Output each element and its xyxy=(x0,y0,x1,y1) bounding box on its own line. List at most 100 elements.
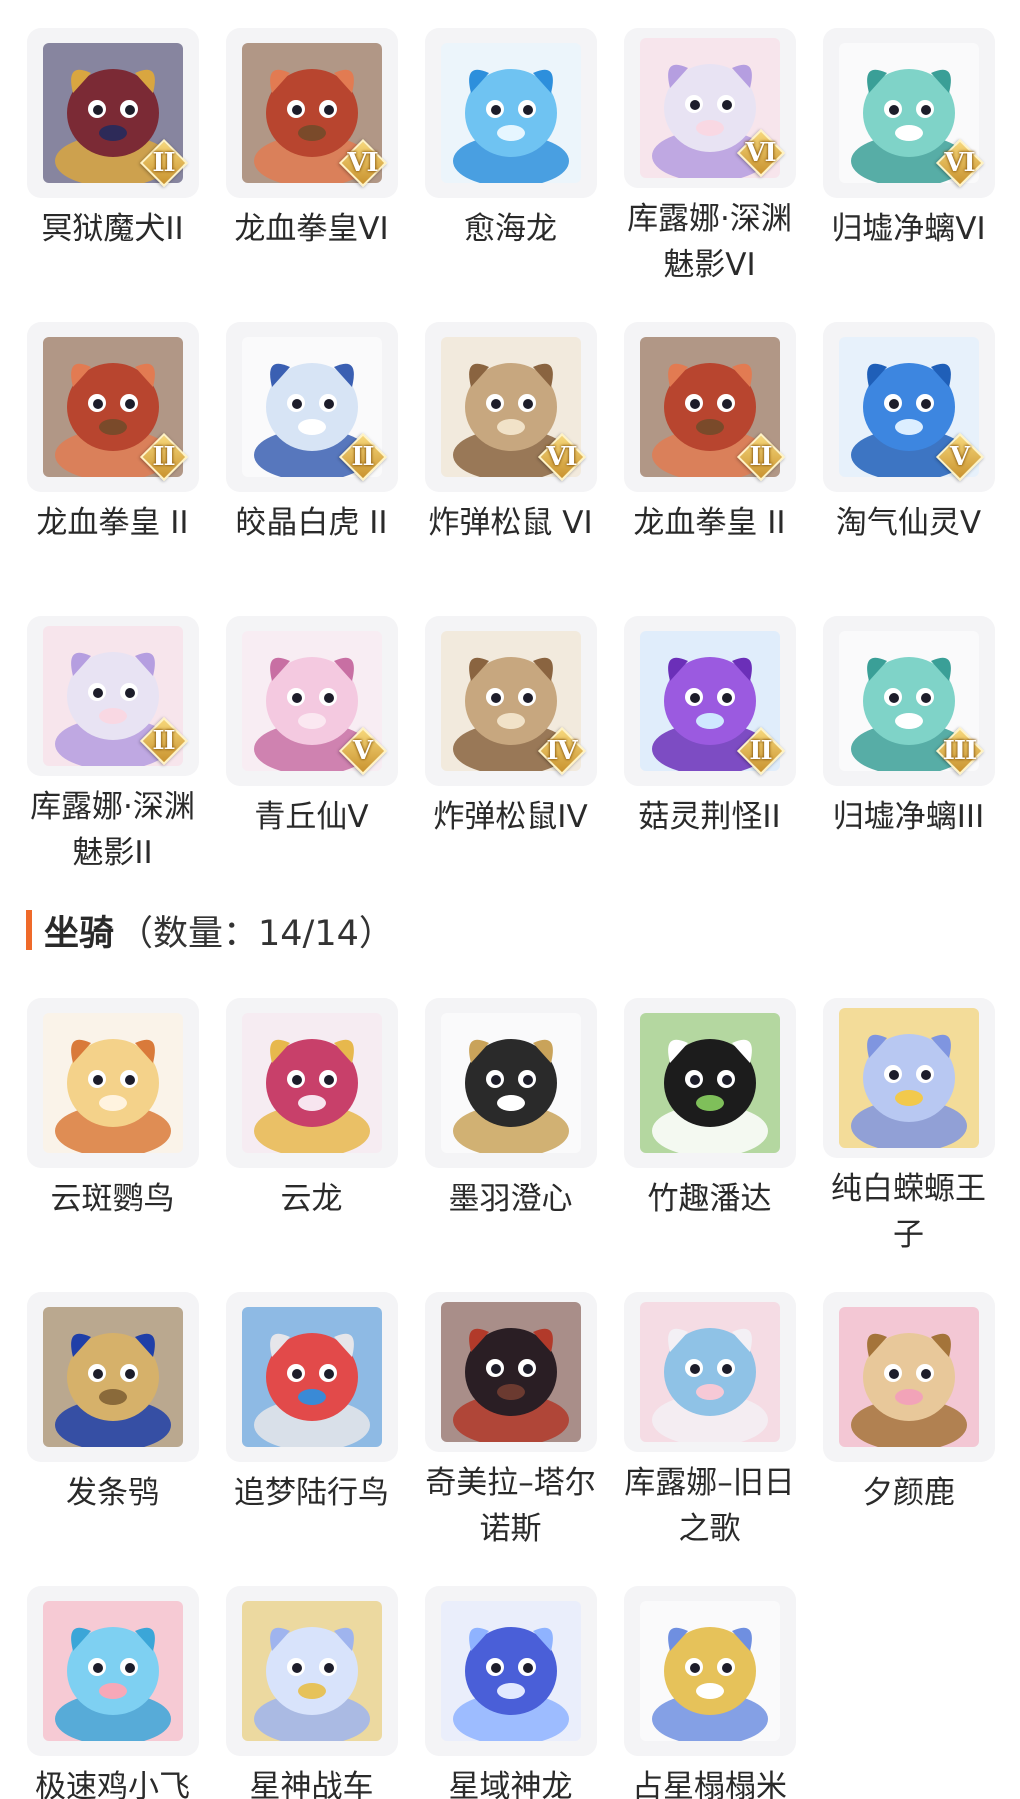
axolotl-prince-icon xyxy=(838,1008,979,1148)
mount-name: 云龙 xyxy=(280,1181,343,1217)
pet-tile[interactable]: II xyxy=(26,616,199,776)
pet-card[interactable]: II 皎晶白虎 II xyxy=(212,322,411,582)
rank-badge: IV xyxy=(537,726,587,776)
mount-name: 竹趣潘达 xyxy=(647,1181,772,1217)
pet-name: 炸弹松鼠IV xyxy=(433,799,588,835)
mount-card[interactable]: 库露娜–旧日之歌 xyxy=(610,1292,809,1552)
rank-numeral: III xyxy=(942,736,977,766)
rank-numeral: II xyxy=(351,442,374,472)
mount-portrait xyxy=(838,1307,979,1447)
pet-name: 冥狱魔犬II xyxy=(41,211,184,247)
pet-card[interactable]: II 龙血拳皇 II xyxy=(13,322,212,582)
pet-name: 淘气仙灵V xyxy=(835,505,982,541)
mount-tile[interactable] xyxy=(623,1292,796,1452)
mount-portrait xyxy=(639,1302,780,1442)
pet-card[interactable]: II 菇灵荆怪II xyxy=(610,616,809,876)
pet-tile[interactable]: VI xyxy=(822,28,995,198)
pet-tile[interactable]: V xyxy=(225,616,398,786)
mount-tile[interactable] xyxy=(26,1292,199,1462)
pet-card[interactable]: VI 炸弹松鼠 VI xyxy=(411,322,610,582)
pet-card[interactable]: VI 库露娜·深渊魅影VI xyxy=(610,28,809,288)
mount-tile[interactable] xyxy=(424,998,597,1168)
pet-card[interactable]: II 龙血拳皇 II xyxy=(610,322,809,582)
mount-tile[interactable] xyxy=(822,1292,995,1462)
pet-name: 归墟净螭VI xyxy=(831,211,986,247)
mount-name: 占星榻榻米 xyxy=(632,1769,787,1799)
mount-tile[interactable] xyxy=(623,998,796,1168)
pet-name: 龙血拳皇VI xyxy=(234,211,389,247)
rank-numeral: VI xyxy=(944,148,975,178)
mount-card[interactable]: 极速鸡小飞 xyxy=(13,1586,212,1799)
pet-card[interactable]: VI 龙血拳皇VI xyxy=(212,28,411,288)
pet-tile[interactable]: II xyxy=(225,322,398,492)
pet-tile[interactable]: VI xyxy=(424,322,597,492)
rank-badge: V xyxy=(338,726,388,776)
galaxy-dragon-icon xyxy=(440,1601,581,1741)
pet-portrait xyxy=(440,43,581,183)
mount-tile[interactable] xyxy=(623,1586,796,1756)
pet-card[interactable]: IV 炸弹松鼠IV xyxy=(411,616,610,876)
mount-name: 追梦陆行鸟 xyxy=(234,1475,389,1511)
mounts-section-title: 坐骑 xyxy=(44,913,115,954)
pet-name: 归墟净螭III xyxy=(832,799,985,835)
pet-tile[interactable]: II xyxy=(623,322,796,492)
pet-card[interactable]: VI 归墟净螭VI xyxy=(809,28,1008,288)
pet-tile[interactable]: VI xyxy=(225,28,398,198)
mount-card[interactable]: 墨羽澄心 xyxy=(411,998,610,1258)
pet-name: 龙血拳皇 II xyxy=(633,505,786,541)
mount-card[interactable]: 纯白蝾螈王子 xyxy=(809,998,1008,1258)
mount-portrait xyxy=(241,1307,382,1447)
pet-card[interactable]: V 青丘仙V xyxy=(212,616,411,876)
rank-badge: II xyxy=(139,716,189,766)
mount-tile[interactable] xyxy=(822,998,995,1158)
mount-tile[interactable] xyxy=(225,998,398,1168)
mounts-section-header: 坐骑 （数量：14/14） xyxy=(26,905,394,955)
mount-card[interactable]: 云龙 xyxy=(212,998,411,1258)
mount-card[interactable]: 竹趣潘达 xyxy=(610,998,809,1258)
pet-tile[interactable]: II xyxy=(26,322,199,492)
feather-staff-icon xyxy=(440,1013,581,1153)
pet-tile[interactable] xyxy=(424,28,597,198)
mount-tile[interactable] xyxy=(26,998,199,1168)
mount-name: 奇美拉–塔尔诺斯 xyxy=(425,1465,596,1547)
mount-card[interactable]: 占星榻榻米 xyxy=(610,1586,809,1799)
pet-tile[interactable]: IV xyxy=(424,616,597,786)
rank-numeral: II xyxy=(152,726,175,756)
mount-tile[interactable] xyxy=(424,1586,597,1756)
mount-card[interactable]: 追梦陆行鸟 xyxy=(212,1292,411,1552)
curly-girl-icon xyxy=(639,1302,780,1442)
rank-numeral: VI xyxy=(745,138,776,168)
mount-card[interactable]: 夕颜鹿 xyxy=(809,1292,1008,1552)
mount-name: 墨羽澄心 xyxy=(448,1181,573,1217)
pet-tile[interactable]: II xyxy=(623,616,796,786)
pet-name: 菇灵荆怪II xyxy=(638,799,781,835)
mount-tile[interactable] xyxy=(424,1292,597,1452)
mount-card[interactable]: 云斑鹦鸟 xyxy=(13,998,212,1258)
mount-name: 极速鸡小飞 xyxy=(35,1769,190,1799)
mount-tile[interactable] xyxy=(225,1586,398,1756)
rank-numeral: II xyxy=(749,736,772,766)
pet-card[interactable]: 愈海龙 xyxy=(411,28,610,288)
mount-card[interactable]: 奇美拉–塔尔诺斯 xyxy=(411,1292,610,1552)
pet-card[interactable]: V 淘气仙灵V xyxy=(809,322,1008,582)
pet-name: 龙血拳皇 II xyxy=(36,505,189,541)
pet-tile[interactable]: V xyxy=(822,322,995,492)
pet-tile[interactable]: III xyxy=(822,616,995,786)
mount-card[interactable]: 星域神龙 xyxy=(411,1586,610,1799)
panda-icon xyxy=(639,1013,780,1153)
mount-card[interactable]: 星神战车 xyxy=(212,1586,411,1799)
mount-name: 夕颜鹿 xyxy=(862,1475,955,1511)
pet-card[interactable]: II 冥狱魔犬II xyxy=(13,28,212,288)
mount-portrait xyxy=(440,1601,581,1741)
mount-card[interactable]: 发条鸮 xyxy=(13,1292,212,1552)
mount-tile[interactable] xyxy=(225,1292,398,1462)
rank-numeral: V xyxy=(352,736,373,766)
pet-card[interactable]: III 归墟净螭III xyxy=(809,616,1008,876)
pets-grid: II 冥狱魔犬II VI 龙血拳皇VI 愈海龙 VI 库露娜·深渊魅影VI VI 归墟净螭VI I… xyxy=(0,28,1020,876)
mount-name: 星域神龙 xyxy=(448,1769,573,1799)
mount-tile[interactable] xyxy=(26,1586,199,1756)
pet-tile[interactable]: VI xyxy=(623,28,796,188)
pet-card[interactable]: II 库露娜·深渊魅影II xyxy=(13,616,212,876)
pet-tile[interactable]: II xyxy=(26,28,199,198)
rank-badge: VI xyxy=(736,128,786,178)
